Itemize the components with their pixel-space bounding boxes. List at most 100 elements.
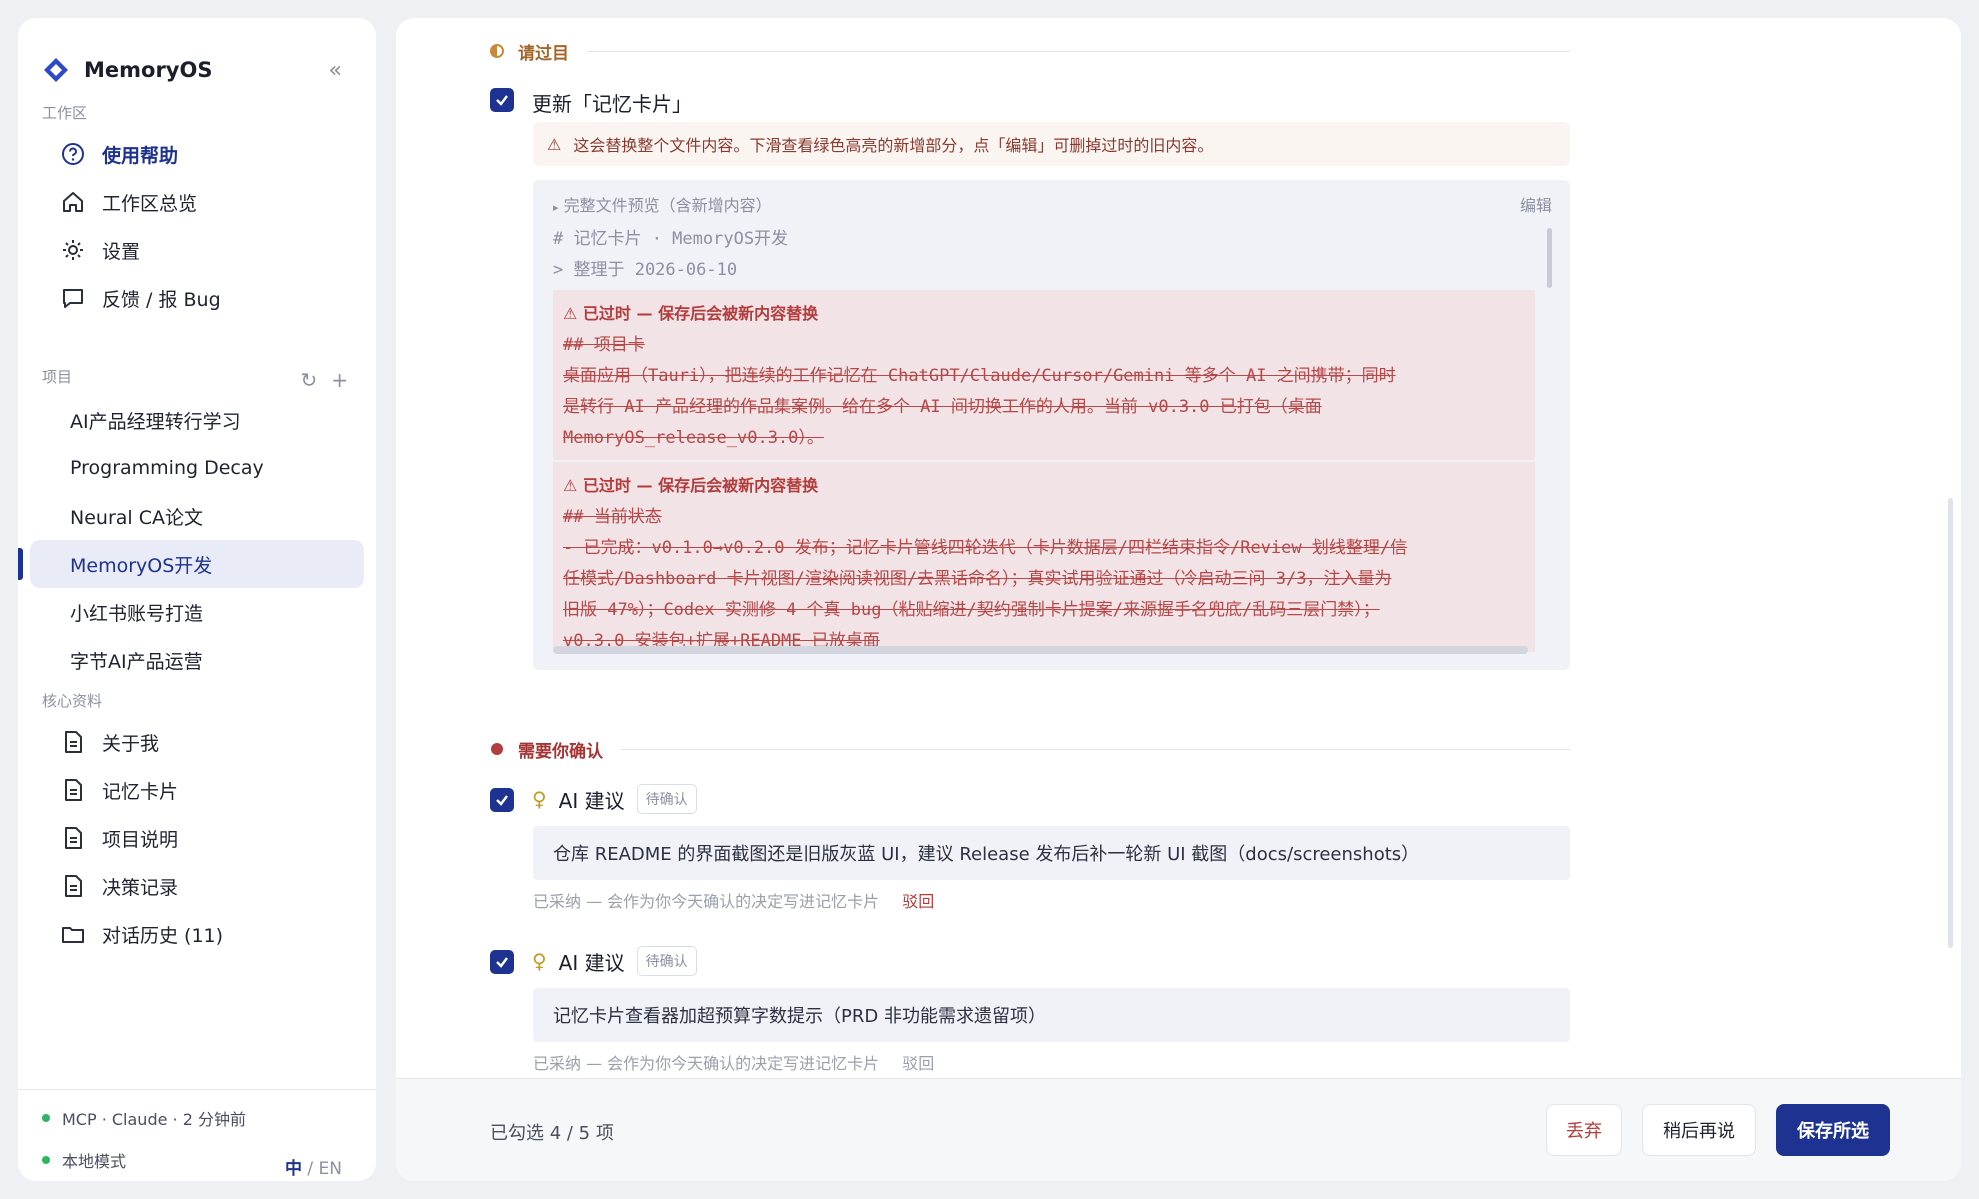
lang-separator: / [307, 1159, 314, 1179]
outdated-heading: ⚠ 已过时 — 保存后会被新内容替换 [563, 300, 1525, 324]
mcp-status-text: MCP · Claude · 2 分钟前 [62, 1110, 246, 1129]
nav-item-overview[interactable]: 工作区总览 [42, 180, 352, 224]
suggestion-2-text: 记忆卡片查看器加超预算字数提示（PRD 非功能需求遗留项） [533, 988, 1570, 1042]
project-label: 字节AI产品运营 [70, 650, 203, 673]
adopted-note: 已采纳 — 会作为你今天确认的决定写进记忆卡片 [533, 892, 880, 911]
status-badge: 待确认 [636, 784, 697, 814]
mode-text: 本地模式 [62, 1152, 127, 1171]
suggestion-2-header: ♀ AI 建议 待确认 [532, 946, 697, 976]
refresh-icon[interactable]: ↻ [300, 368, 317, 392]
core-item-label: 决策记录 [102, 876, 179, 899]
confirm-group-header: 需要你确认 [490, 734, 1570, 764]
outdated-heading-text: 已过时 — 保存后会被新内容替换 [582, 476, 819, 495]
later-button[interactable]: 稍后再说 [1642, 1104, 1756, 1156]
warning-icon: ⚠ [547, 134, 562, 154]
review-group-header: 请过目 [490, 36, 1570, 66]
nav-item-settings[interactable]: 设置 [42, 228, 352, 272]
document-icon [65, 779, 82, 801]
add-project-icon[interactable]: + [331, 368, 348, 392]
main-scrollbar[interactable] [1948, 498, 1953, 948]
core-item-about-me[interactable]: 关于我 [42, 720, 352, 764]
suggestion-label: AI 建议 [558, 950, 625, 975]
lightbulb-icon: ♀ [532, 787, 547, 811]
divider [587, 50, 1570, 52]
core-item-label: 关于我 [102, 732, 160, 755]
preview-summary-toggle[interactable]: ▸ 完整文件预览（含新增内容） [553, 192, 772, 216]
outdated-line: 旧版 47%）；Codex 实测修 4 个真 bug（粘贴缩进/契约强制卡片提案… [563, 600, 1380, 620]
project-item[interactable]: 小红书账号打造 [30, 588, 364, 636]
outdated-line: 是转行 AI 产品经理的作品集案例。给在多个 AI 间切换工作的人用。当前 v0… [563, 397, 1322, 417]
nav-item-label: 设置 [102, 240, 141, 263]
projects-section-label: 项目 [42, 368, 73, 386]
project-item-active[interactable]: MemoryOS开发 [18, 540, 364, 588]
adopted-note: 已采纳 — 会作为你今天确认的决定写进记忆卡片 [533, 1054, 880, 1073]
core-item-label: 记忆卡片 [102, 780, 179, 803]
folder-icon [62, 927, 84, 943]
lang-en[interactable]: EN [319, 1159, 342, 1179]
outdated-line: 任模式/Dashboard 卡片视图/渲染阅读视图/去黑话命名）；真实试用验证通… [563, 569, 1392, 589]
suggestion-1-text: 仓库 README 的界面截图还是旧版灰蓝 UI，建议 Release 发布后补… [533, 826, 1570, 880]
document-icon [65, 827, 82, 849]
preview-vertical-scrollbar[interactable] [1547, 228, 1552, 288]
chat-bubble-icon [63, 289, 83, 308]
document-icon [65, 731, 82, 753]
preview-date-line: > 整理于 2026-06-10 [553, 260, 738, 280]
core-item-project-notes[interactable]: 项目说明 [42, 816, 352, 860]
project-label: Programming Decay [70, 457, 264, 479]
confirm-group-title: 需要你确认 [518, 741, 603, 762]
check-icon [496, 795, 508, 806]
check-icon [496, 95, 508, 106]
outdated-line: MemoryOS_release_v0.3.0）。 [563, 428, 824, 448]
outdated-heading: ⚠ 已过时 — 保存后会被新内容替换 [563, 472, 1525, 496]
status-dot-icon [42, 1156, 50, 1164]
selection-count: 已勾选 4 / 5 项 [490, 1123, 614, 1144]
lightbulb-icon: ♀ [532, 949, 547, 973]
nav-item-label: 使用帮助 [102, 144, 179, 167]
project-label: AI产品经理转行学习 [70, 410, 241, 433]
core-item-memory-card[interactable]: 记忆卡片 [42, 768, 352, 812]
update-card-checkbox[interactable] [490, 88, 514, 112]
project-item[interactable]: AI产品经理转行学习 [30, 396, 364, 444]
mcp-status: MCP · Claude · 2 分钟前 [42, 1106, 246, 1130]
workspace-section-label: 工作区 [42, 104, 88, 122]
save-selected-button[interactable]: 保存所选 [1776, 1104, 1890, 1156]
warning-icon: ⚠ [563, 476, 578, 495]
gear-icon [63, 240, 83, 260]
disclosure-triangle-icon: ▸ [553, 201, 559, 214]
collapse-sidebar-icon[interactable]: « [329, 58, 342, 83]
suggestion-2-meta: 已采纳 — 会作为你今天确认的决定写进记忆卡片 驳回 [533, 1050, 934, 1074]
warning-text: 这会替换整个文件内容。下滑查看绿色高亮的新增部分，点「编辑」可删掉过时的旧内容。 [573, 136, 1214, 155]
core-item-label: 项目说明 [102, 828, 179, 851]
discard-button[interactable]: 丢弃 [1546, 1104, 1622, 1156]
project-item[interactable]: Neural CA论文 [30, 492, 364, 540]
edit-button[interactable]: 编辑 [1520, 192, 1552, 216]
logo-icon [44, 58, 68, 82]
core-item-decisions[interactable]: 决策记录 [42, 864, 352, 908]
core-item-label: 对话历史 (11) [102, 924, 224, 947]
nav-item-feedback[interactable]: 反馈 / 报 Bug [42, 276, 352, 320]
nav-item-label: 反馈 / 报 Bug [102, 288, 221, 311]
project-label: 小红书账号打造 [70, 602, 204, 625]
file-preview[interactable]: ▸ 完整文件预览（含新增内容） 编辑 # 记忆卡片 · MemoryOS开发 >… [533, 180, 1570, 670]
lang-zh[interactable]: 中 [285, 1159, 302, 1179]
warning-icon: ⚠ [563, 304, 578, 323]
suggestion-1-header: ♀ AI 建议 待确认 [532, 784, 697, 814]
status-dot-icon [42, 1114, 50, 1122]
preview-summary-text: 完整文件预览（含新增内容） [563, 196, 772, 215]
project-item[interactable]: Programming Decay [30, 444, 364, 492]
review-scroll-area[interactable]: 请过目 更新「记忆卡片」 ⚠ 这会替换整个文件内容。下滑查看绿色高亮的新增部分，… [396, 18, 1961, 1078]
check-icon [496, 957, 508, 968]
reject-link[interactable]: 驳回 [902, 1054, 934, 1073]
core-item-chat-history[interactable]: 对话历史 (11) [42, 912, 352, 956]
suggestion-2-checkbox[interactable] [490, 950, 514, 974]
help-circle-icon [62, 143, 84, 165]
nav-item-help[interactable]: 使用帮助 [42, 132, 352, 176]
action-footer: 已勾选 4 / 5 项 丢弃 稍后再说 保存所选 [396, 1078, 1961, 1181]
suggestion-1-checkbox[interactable] [490, 788, 514, 812]
sidebar: MemoryOS « 工作区 使用帮助 工作区总览 设置 反馈 / 报 Bug … [18, 18, 376, 1181]
project-item[interactable]: 字节AI产品运营 [30, 636, 364, 684]
project-actions: ↻ + [300, 368, 348, 392]
preview-horizontal-scrollbar[interactable] [553, 646, 1528, 654]
red-dot-icon [491, 743, 503, 755]
reject-link[interactable]: 驳回 [902, 892, 934, 911]
